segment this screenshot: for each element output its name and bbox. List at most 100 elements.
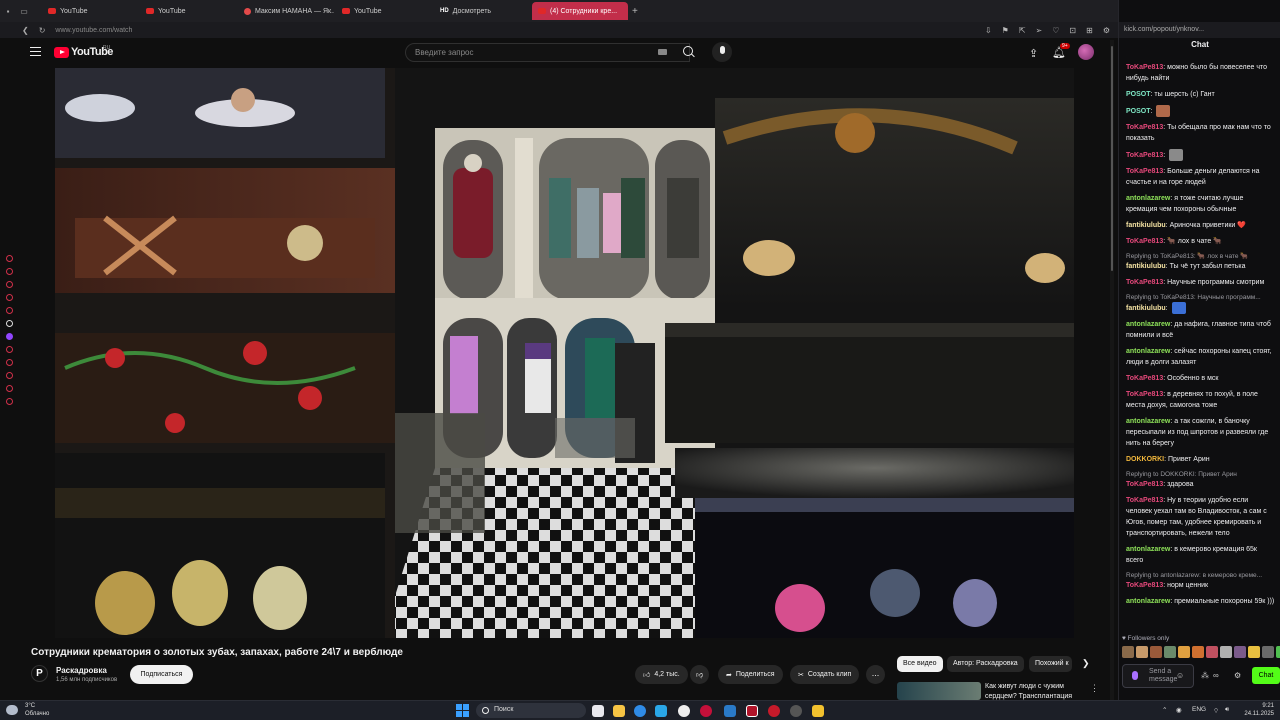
chat-username[interactable]: ToKaPe813 <box>1126 124 1163 131</box>
chat-username[interactable]: antonlazarew <box>1126 348 1170 355</box>
recommended-title[interactable]: Как живут люди с чужим сердцем? Транспла… <box>985 682 1085 702</box>
url-field[interactable]: www.youtube.com/watch <box>55 27 132 34</box>
scrollbar-thumb[interactable] <box>1111 46 1113 271</box>
weather-widget[interactable]: 3°C Облачно <box>25 702 49 718</box>
emote-icon[interactable] <box>1150 646 1162 658</box>
subscribe-button[interactable]: Подписаться <box>130 665 193 684</box>
settings-icon[interactable]: ⚙ <box>1103 26 1110 35</box>
sidebar-app-icon[interactable] <box>5 346 13 353</box>
create-clip-button[interactable]: ✂ Создать клип <box>790 665 860 684</box>
chat-username[interactable]: ToKaPe813 <box>1126 152 1163 159</box>
yandex-icon[interactable] <box>678 705 690 717</box>
chat-username[interactable]: antonlazarew <box>1126 546 1170 553</box>
chat-username[interactable]: POSOT <box>1126 91 1151 98</box>
hamburger-menu-icon[interactable] <box>30 47 41 56</box>
heart-icon[interactable]: ♡ <box>1052 26 1059 35</box>
chat-message[interactable]: ToKaPe813: <box>1126 149 1276 161</box>
channel-name[interactable]: Раскадровка <box>56 666 107 675</box>
share-icon[interactable]: ⇱ <box>1019 26 1026 35</box>
bookmark-icon[interactable]: ⚑ <box>1002 26 1009 35</box>
tray-chevron-icon[interactable]: ⌃ <box>1162 706 1167 714</box>
user-avatar[interactable] <box>1078 44 1094 60</box>
chat-message[interactable]: antonlazarew: премиальные похороны 59к )… <box>1126 596 1276 607</box>
chevron-right-icon[interactable]: ❯ <box>1082 658 1090 669</box>
sidebar-app-icon[interactable] <box>5 268 13 275</box>
browser-menu-icon[interactable]: ▪ <box>0 0 16 22</box>
active-browser-icon[interactable] <box>746 705 758 717</box>
windows-start-icon[interactable] <box>456 704 469 717</box>
download-icon[interactable]: ⇩ <box>985 26 992 35</box>
chat-message[interactable]: POSOT: ты шерсть (c) Гант <box>1126 89 1276 100</box>
emote-icon[interactable] <box>1136 646 1148 658</box>
dislike-button[interactable]: 👎︎ <box>690 665 710 684</box>
chat-message[interactable]: DOKKORKI: Привет Арин <box>1126 454 1276 465</box>
chat-username[interactable]: fantikiulubu <box>1126 263 1166 270</box>
chat-username[interactable]: ToKaPe813 <box>1126 481 1163 488</box>
emote-icon[interactable] <box>1192 646 1204 658</box>
chat-message[interactable]: ToKaPe813: норм ценник <box>1126 580 1276 591</box>
app-icon[interactable] <box>768 705 780 717</box>
channel-avatar[interactable]: P <box>31 665 48 682</box>
tray-app-icon[interactable]: ◉ <box>1176 706 1182 714</box>
chat-message[interactable]: fantikiulubu: Ты чё тут забыл петька <box>1126 261 1276 272</box>
steam-icon[interactable] <box>790 705 802 717</box>
browser-tab[interactable]: YouTube <box>140 2 236 20</box>
chat-message[interactable]: antonlazarew: я тоже считаю лучше кремац… <box>1126 193 1276 215</box>
emote-icon[interactable] <box>1248 646 1260 658</box>
chat-settings-icon[interactable]: ⚙ <box>1234 671 1241 680</box>
chat-username[interactable]: fantikiulubu <box>1126 222 1166 229</box>
reload-icon[interactable]: ↻ <box>39 26 46 35</box>
video-player[interactable] <box>55 68 1074 638</box>
sidebar-app-icon[interactable] <box>5 320 13 327</box>
new-tab-button[interactable]: + <box>632 6 638 17</box>
chat-message[interactable]: ToKaPe813: Особенно в мск <box>1126 373 1276 384</box>
chat-username[interactable]: antonlazarew <box>1126 195 1170 202</box>
taskbar-clock[interactable]: 9:21 24.11.2025 <box>1242 702 1274 718</box>
chip-all-videos[interactable]: Все видео <box>897 656 943 672</box>
opera-icon[interactable] <box>700 705 712 717</box>
emote-icon[interactable] <box>1220 646 1232 658</box>
sidebar-app-icon[interactable] <box>5 359 13 366</box>
chat-username[interactable]: ToKaPe813 <box>1126 168 1163 175</box>
create-video-icon[interactable]: ⇪ <box>1029 47 1038 60</box>
snapshot-icon[interactable]: ⊡ <box>1069 26 1076 35</box>
chat-username[interactable]: ToKaPe813 <box>1126 279 1163 286</box>
chat-username[interactable]: fantikiulubu <box>1126 305 1166 312</box>
emoji-icon[interactable]: ☺ <box>1176 671 1184 680</box>
chat-message[interactable]: antonlazarew: в кемерово кремация 65к вс… <box>1126 544 1276 566</box>
emote-icon[interactable] <box>1206 646 1218 658</box>
link-icon[interactable]: ∞ <box>1213 671 1219 680</box>
chat-message[interactable]: ToKaPe813: Ты обещала про мак нам что то… <box>1126 122 1276 144</box>
store-icon[interactable] <box>655 705 667 717</box>
chat-username[interactable]: ToKaPe813 <box>1126 497 1163 504</box>
sidebar-app-icon[interactable] <box>5 281 13 288</box>
chat-username[interactable]: antonlazarew <box>1126 418 1170 425</box>
chat-message[interactable]: antonlazarew: сейчас похороны капец стоя… <box>1126 346 1276 368</box>
microphone-icon[interactable] <box>712 42 732 62</box>
chat-message[interactable]: ToKaPe813: Больше деньги делаются на сча… <box>1126 166 1276 188</box>
browser-tab[interactable]: YouTube <box>336 2 432 20</box>
app-icon[interactable] <box>812 705 824 717</box>
search-input[interactable]: Введите запрос <box>405 43 690 62</box>
send-icon[interactable]: ➢ <box>1036 26 1043 35</box>
emote-icon[interactable] <box>1122 646 1134 658</box>
chat-username[interactable]: ToKaPe813 <box>1126 582 1163 589</box>
chat-username[interactable]: ToKaPe813 <box>1126 238 1163 245</box>
chat-send-button[interactable]: Chat <box>1252 667 1280 684</box>
sidebar-app-icon[interactable] <box>5 294 13 301</box>
search-icon[interactable] <box>683 46 693 56</box>
chat-message[interactable]: ToKaPe813: Ну в теории удобно если челов… <box>1126 495 1276 539</box>
youtube-logo-icon[interactable] <box>54 47 69 58</box>
chat-message[interactable]: ToKaPe813: 🐂 лох в чате 🐂 <box>1126 236 1276 247</box>
share-button[interactable]: ➦ Поделиться <box>718 665 783 684</box>
browser-tab[interactable]: Максим НАМАНА — Як... <box>238 2 334 20</box>
file-explorer-icon[interactable] <box>613 705 625 717</box>
chip-similar[interactable]: Похожий к <box>1029 656 1072 672</box>
chat-message[interactable]: ToKaPe813: можно было бы повеселее что н… <box>1126 62 1276 84</box>
chat-message[interactable]: ToKaPe813: в деревнях то похуй, в поле м… <box>1126 389 1276 411</box>
browser-tab[interactable]: (4) Сотрудники кре... <box>532 2 628 20</box>
chat-message[interactable]: fantikiulubu: <box>1126 302 1276 314</box>
chat-username[interactable]: DOKKORKI <box>1126 456 1164 463</box>
chat-username[interactable]: antonlazarew <box>1126 321 1170 328</box>
chat-message[interactable]: ToKaPe813: Научные программы смотрим <box>1126 277 1276 288</box>
